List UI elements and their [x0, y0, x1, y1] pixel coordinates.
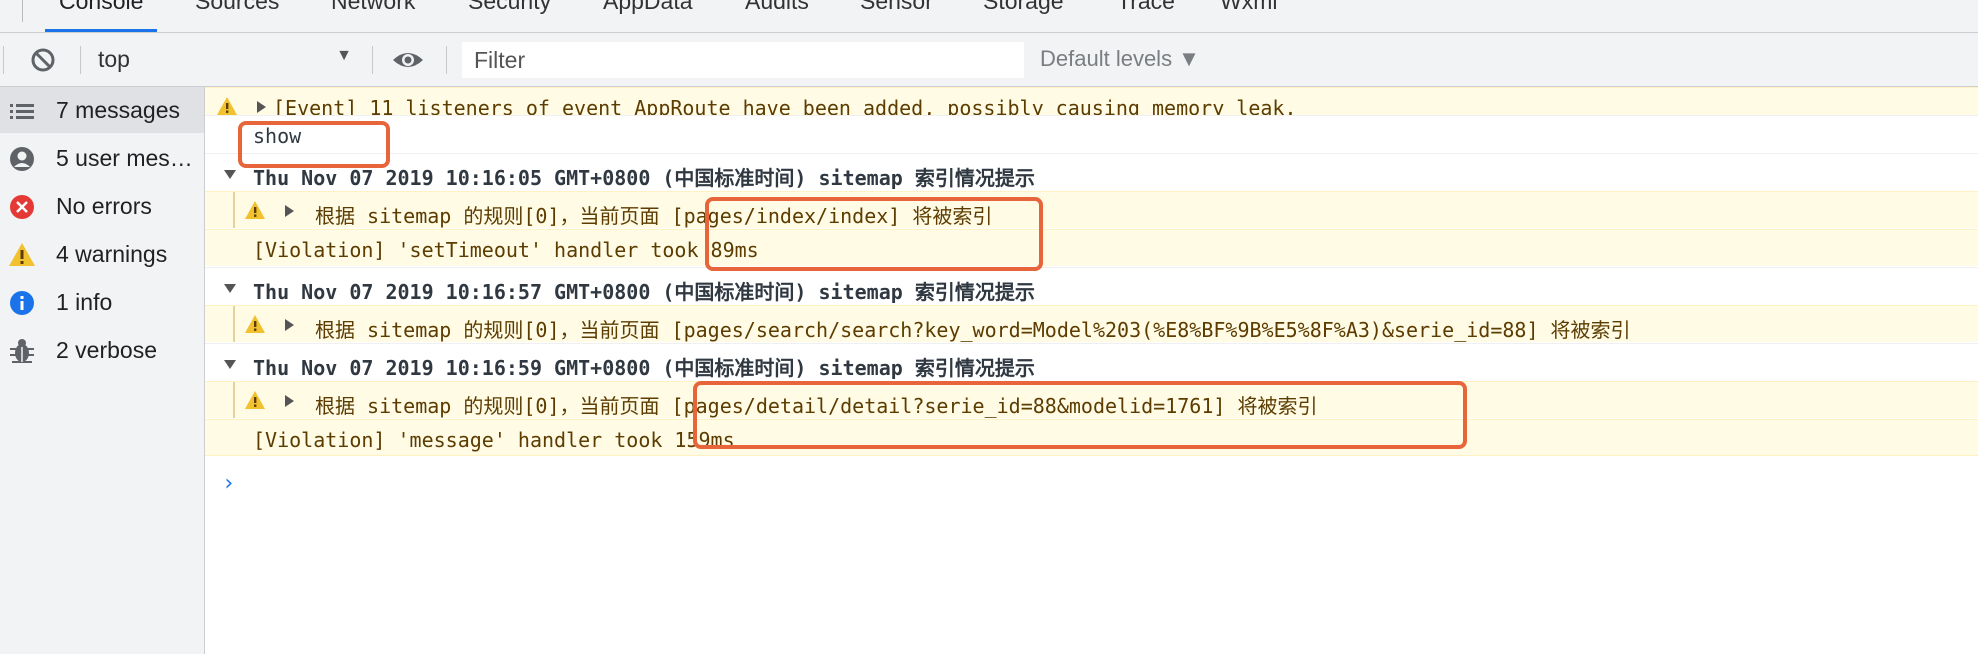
- expand-arrow-icon[interactable]: [285, 205, 294, 217]
- bug-icon: [10, 339, 34, 363]
- expand-arrow-icon[interactable]: [257, 101, 266, 113]
- log-row: show: [205, 115, 1978, 152]
- group-indent-bar: [233, 192, 235, 228]
- sidebar-item-errors[interactable]: No errors: [0, 183, 204, 229]
- warning-icon: [245, 315, 265, 333]
- collapse-arrow-icon[interactable]: [224, 360, 236, 369]
- log-message: show: [253, 124, 302, 148]
- console-toolbar: top ▼ Default levels ▼: [0, 33, 1978, 87]
- sidebar-item-label: No errors: [56, 193, 152, 219]
- toolbar-divider: [80, 46, 81, 74]
- log-message: 根据 sitemap 的规则[0]，当前页面 [pages/index/inde…: [315, 204, 993, 228]
- clear-console-icon[interactable]: [29, 46, 57, 74]
- sidebar-item-label: 7 messages: [56, 97, 181, 123]
- sidebar-item-verbose[interactable]: 2 verbose: [0, 327, 204, 373]
- tab-wxml[interactable]: Wxml: [1220, 0, 1277, 32]
- log-message: [Violation] 'setTimeout' handler took 89…: [253, 238, 759, 262]
- warning-icon: [217, 97, 237, 115]
- sidebar-item-info[interactable]: 1 info: [0, 279, 204, 325]
- log-group-title: Thu Nov 07 2019 10:16:59 GMT+0800 (中国标准时…: [253, 356, 1035, 380]
- expand-arrow-icon[interactable]: [285, 319, 294, 331]
- log-row-warning[interactable]: 根据 sitemap 的规则[0]，当前页面 [pages/detail/det…: [205, 381, 1978, 418]
- context-value: top: [98, 46, 130, 72]
- console-sidebar: 7 messages 5 user mes… No errors 4 warni…: [0, 87, 205, 654]
- tab-bar-divider: [22, 0, 23, 22]
- tab-sensor[interactable]: Sensor: [860, 0, 933, 32]
- tab-audits[interactable]: Audits: [745, 0, 809, 32]
- group-indent-bar: [233, 306, 235, 342]
- group-indent-bar: [233, 382, 235, 418]
- collapse-arrow-icon[interactable]: [224, 284, 236, 293]
- tab-console[interactable]: Console: [44, 0, 158, 32]
- toolbar-divider: [3, 46, 4, 74]
- console-prompt-icon[interactable]: ›: [222, 471, 235, 496]
- eye-icon[interactable]: [391, 46, 425, 74]
- tab-storage[interactable]: Storage: [983, 0, 1064, 32]
- info-icon: [10, 291, 34, 315]
- log-group-header[interactable]: Thu Nov 07 2019 10:16:59 GMT+0800 (中国标准时…: [205, 343, 1978, 380]
- warning-icon: [9, 243, 35, 266]
- console-log: [Event] 11 listeners of event AppRoute h…: [205, 87, 1978, 654]
- toolbar-divider: [446, 46, 447, 74]
- tab-network[interactable]: Network: [331, 0, 415, 32]
- log-row-warning[interactable]: 根据 sitemap 的规则[0]，当前页面 [pages/search/sea…: [205, 305, 1978, 342]
- log-group-title: Thu Nov 07 2019 10:16:57 GMT+0800 (中国标准时…: [253, 280, 1035, 304]
- log-row-violation: [Violation] 'setTimeout' handler took 89…: [205, 229, 1978, 266]
- warning-icon: [245, 201, 265, 219]
- log-message: [Violation] 'message' handler took 159ms: [253, 428, 735, 452]
- collapse-arrow-icon[interactable]: [224, 170, 236, 179]
- log-message: 根据 sitemap 的规则[0]，当前页面 [pages/search/sea…: [315, 318, 1631, 342]
- log-row-warning[interactable]: 根据 sitemap 的规则[0]，当前页面 [pages/index/inde…: [205, 191, 1978, 228]
- warning-icon: [245, 391, 265, 409]
- default-levels-dropdown[interactable]: Default levels ▼: [1040, 46, 1200, 72]
- sidebar-item-label: 2 verbose: [56, 337, 158, 363]
- tab-sources[interactable]: Sources: [195, 0, 279, 32]
- log-group-title: Thu Nov 07 2019 10:16:05 GMT+0800 (中国标准时…: [253, 166, 1035, 190]
- sidebar-item-label: 4 warnings: [56, 241, 168, 267]
- log-row-violation: [Violation] 'message' handler took 159ms: [205, 419, 1978, 456]
- context-selector[interactable]: top ▼: [90, 33, 360, 86]
- log-group-header[interactable]: Thu Nov 07 2019 10:16:57 GMT+0800 (中国标准时…: [205, 267, 1978, 304]
- sidebar-item-user-messages[interactable]: 5 user mes…: [0, 135, 204, 181]
- sidebar-item-warnings[interactable]: 4 warnings: [0, 231, 204, 277]
- user-icon: [10, 147, 34, 171]
- tab-trace[interactable]: Trace: [1117, 0, 1175, 32]
- tab-appdata[interactable]: AppData: [603, 0, 693, 32]
- tab-security[interactable]: Security: [468, 0, 551, 32]
- toolbar-divider: [372, 46, 373, 74]
- sidebar-item-label: 1 info: [56, 289, 113, 315]
- filter-input[interactable]: [462, 42, 1024, 78]
- expand-arrow-icon[interactable]: [285, 395, 294, 407]
- log-message: 根据 sitemap 的规则[0]，当前页面 [pages/detail/det…: [315, 394, 1318, 418]
- sidebar-item-messages[interactable]: 7 messages: [0, 87, 204, 133]
- dropdown-arrow-icon: ▼: [336, 47, 352, 64]
- sidebar-item-label: 5 user mes…: [56, 145, 193, 171]
- error-icon: [10, 195, 34, 219]
- list-icon: [10, 104, 34, 119]
- log-group-header[interactable]: Thu Nov 07 2019 10:16:05 GMT+0800 (中国标准时…: [205, 153, 1978, 190]
- devtools-tab-bar: Console Sources Network Security AppData…: [0, 0, 1978, 33]
